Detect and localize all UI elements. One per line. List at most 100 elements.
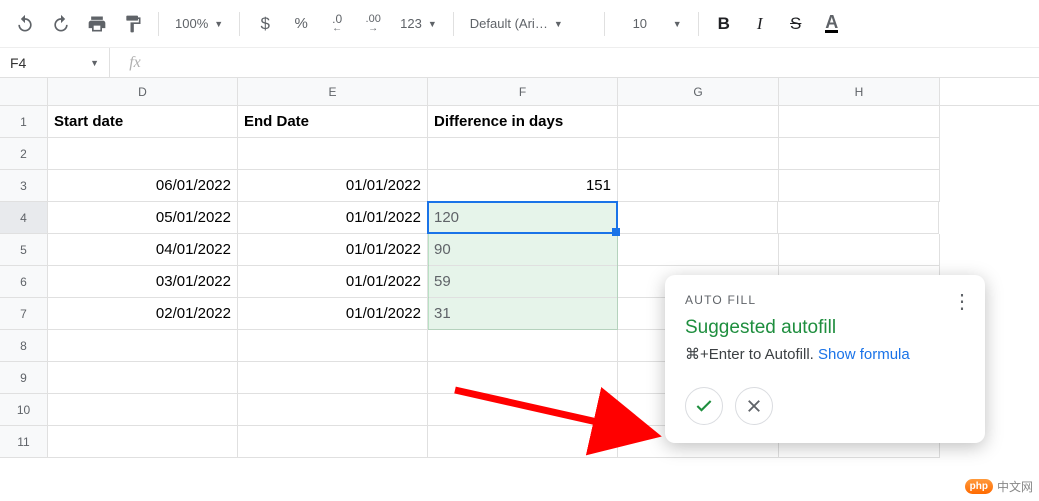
cell-suggested[interactable]: 90 (428, 234, 618, 266)
cell[interactable] (428, 362, 618, 394)
row-header[interactable]: 11 (0, 426, 48, 458)
cell[interactable] (618, 106, 779, 138)
cell[interactable] (618, 138, 779, 170)
cell[interactable] (238, 138, 428, 170)
caret-icon: ▼ (673, 19, 682, 29)
font-size-dropdown[interactable]: 10 (615, 9, 665, 39)
tooltip-caption: AUTO FILL (685, 293, 965, 307)
cell[interactable]: 01/01/2022 (238, 202, 428, 234)
cell[interactable] (48, 138, 238, 170)
increase-decimal-button[interactable]: .00→ (358, 9, 388, 39)
row-header[interactable]: 4 (0, 202, 48, 234)
strike-button[interactable]: S (781, 9, 811, 39)
col-header-D[interactable]: D (48, 78, 238, 105)
zoom-label: 100% (175, 16, 208, 31)
cell[interactable] (428, 394, 618, 426)
separator (698, 12, 699, 36)
accept-autofill-button[interactable] (685, 387, 723, 425)
col-header-G[interactable]: G (618, 78, 779, 105)
print-button[interactable] (82, 9, 112, 39)
cell[interactable] (238, 426, 428, 458)
number-format-dropdown[interactable]: 123▼ (394, 9, 443, 39)
cell[interactable] (617, 202, 778, 234)
cell[interactable] (238, 330, 428, 362)
cell[interactable]: 04/01/2022 (48, 234, 238, 266)
cell[interactable]: Difference in days (428, 106, 618, 138)
undo-button[interactable] (10, 9, 40, 39)
bold-button[interactable]: B (709, 9, 739, 39)
cell[interactable]: 01/01/2022 (238, 266, 428, 298)
caret-icon: ▼ (214, 19, 223, 29)
cell[interactable] (238, 362, 428, 394)
cell[interactable] (778, 202, 939, 234)
tooltip-shortcut: ⌘+Enter to Autofill. (685, 346, 818, 363)
reject-autofill-button[interactable] (735, 387, 773, 425)
cell[interactable] (48, 426, 238, 458)
separator (239, 12, 240, 36)
cell[interactable]: End Date (238, 106, 428, 138)
active-cell[interactable]: 120 (427, 201, 618, 234)
tooltip-title: Suggested autofill (685, 317, 965, 339)
cell[interactable]: 01/01/2022 (238, 298, 428, 330)
cell[interactable]: 03/01/2022 (48, 266, 238, 298)
redo-button[interactable] (46, 9, 76, 39)
cell[interactable] (779, 170, 940, 202)
more-options-button[interactable]: ⋮ (952, 289, 971, 314)
col-header-F[interactable]: F (428, 78, 618, 105)
italic-button[interactable]: I (745, 9, 775, 39)
paint-format-button[interactable] (118, 9, 148, 39)
cell[interactable] (428, 330, 618, 362)
decrease-decimal-button[interactable]: .0← (322, 9, 352, 39)
cell-suggested[interactable]: 31 (428, 298, 618, 330)
row-header[interactable]: 2 (0, 138, 48, 170)
php-badge: php (965, 479, 993, 494)
cell[interactable]: Start date (48, 106, 238, 138)
cell[interactable] (48, 394, 238, 426)
cell[interactable] (48, 362, 238, 394)
fill-handle[interactable] (612, 228, 620, 236)
caret-icon: ▼ (90, 58, 99, 68)
row-header[interactable]: 7 (0, 298, 48, 330)
show-formula-link[interactable]: Show formula (818, 346, 910, 363)
cell[interactable]: 05/01/2022 (48, 202, 238, 234)
cell[interactable]: 01/01/2022 (238, 170, 428, 202)
row-header[interactable]: 6 (0, 266, 48, 298)
caret-icon: ▼ (428, 19, 437, 29)
row-header[interactable]: 3 (0, 170, 48, 202)
row-header[interactable]: 10 (0, 394, 48, 426)
cell[interactable]: 06/01/2022 (48, 170, 238, 202)
cell[interactable] (779, 138, 940, 170)
font-label: Default (Ari… (470, 16, 548, 31)
zoom-dropdown[interactable]: 100% ▼ (169, 9, 229, 39)
cell[interactable] (48, 330, 238, 362)
separator (158, 12, 159, 36)
name-box[interactable]: F4 ▼ (0, 48, 110, 77)
font-dropdown[interactable]: Default (Ari… ▼ (464, 9, 594, 39)
cell[interactable] (428, 426, 618, 458)
cell[interactable] (618, 234, 779, 266)
cell[interactable]: 01/01/2022 (238, 234, 428, 266)
cell[interactable]: 151 (428, 170, 618, 202)
cell[interactable] (618, 170, 779, 202)
separator (604, 12, 605, 36)
row-header[interactable]: 1 (0, 106, 48, 138)
select-all-corner[interactable] (0, 78, 48, 105)
toolbar: 100% ▼ $ % .0← .00→ 123▼ Default (Ari… ▼ 1… (0, 0, 1039, 48)
currency-button[interactable]: $ (250, 9, 280, 39)
cell[interactable]: 02/01/2022 (48, 298, 238, 330)
cell[interactable] (779, 234, 940, 266)
cell[interactable] (428, 138, 618, 170)
caret-icon: ▼ (554, 19, 563, 29)
row-header[interactable]: 9 (0, 362, 48, 394)
cell[interactable] (779, 106, 940, 138)
row-header[interactable]: 8 (0, 330, 48, 362)
col-header-H[interactable]: H (779, 78, 940, 105)
watermark: php 中文网 (965, 478, 1033, 495)
row-header[interactable]: 5 (0, 234, 48, 266)
tooltip-subtitle: ⌘+Enter to Autofill. Show formula (685, 345, 965, 363)
cell-suggested[interactable]: 59 (428, 266, 618, 298)
cell[interactable] (238, 394, 428, 426)
percent-button[interactable]: % (286, 9, 316, 39)
col-header-E[interactable]: E (238, 78, 428, 105)
text-color-button[interactable]: A (817, 9, 847, 39)
